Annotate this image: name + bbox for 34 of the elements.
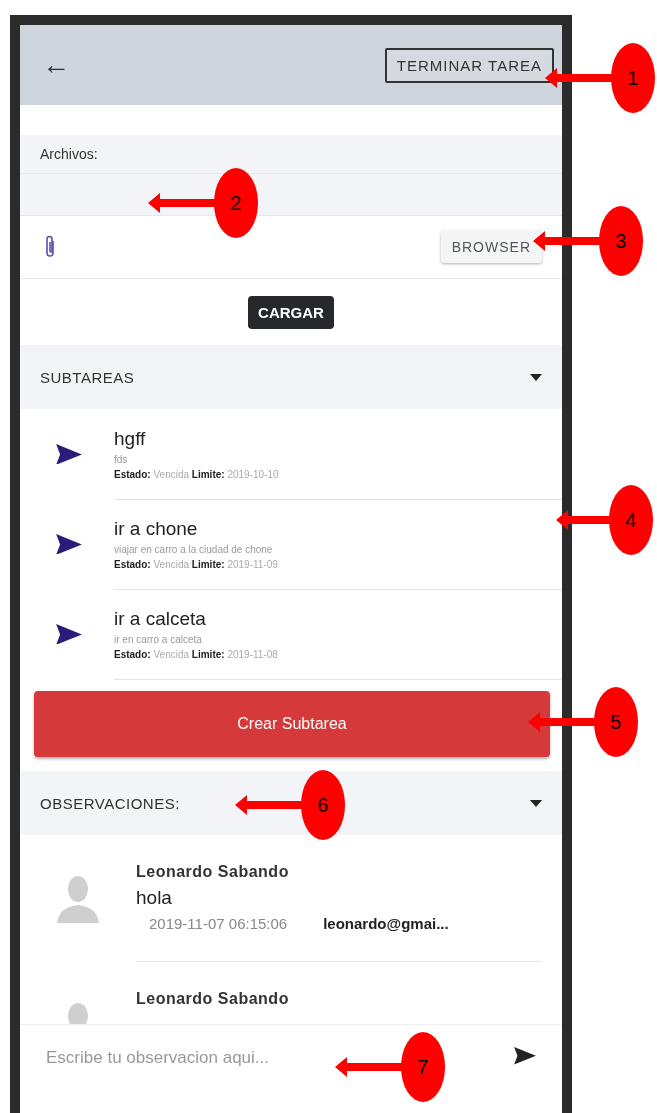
send-icon [56,533,82,555]
subtask-description: ir en carro a calceta [114,633,202,645]
finish-task-button[interactable]: TERMINAR TAREA [384,47,554,83]
browse-button[interactable]: BROWSER [440,231,542,263]
comment-author: Leonardo Sabando [136,863,289,881]
subtask-description: viajar en carro a la ciudad de chone [114,543,273,555]
send-icon [56,623,82,645]
subtask-title[interactable]: ir a calceta [114,607,206,630]
subtask-title[interactable]: hgff [114,427,146,450]
subtask-status: Estado: Vencida Limite: 2019-10-10 [114,468,279,480]
back-arrow-icon[interactable]: ← [42,49,70,81]
callout-number: 1 [611,43,655,113]
caret-icon[interactable] [530,373,542,381]
avatar-silhouette-icon [57,874,99,923]
subtask-description: fds [114,453,128,465]
callout-number: 4 [609,485,653,555]
send-icon [56,443,82,465]
subtask-title[interactable]: ir a chone [114,517,198,540]
comment-author: Leonardo Sabando [136,990,289,1008]
create-subtask-button[interactable]: Crear Subtarea [34,691,550,757]
files-label: Archivos: [40,146,98,162]
send-button-icon [514,1047,536,1065]
comment-text: hola [136,887,172,909]
subtasks-heading: SUBTAREAS [40,368,135,386]
paperclip-icon [44,235,56,259]
callout-number: 5 [594,687,638,757]
observations-heading: OBSERVACIONES: [40,794,180,812]
caret-icon[interactable] [530,799,542,807]
subtask-status: Estado: Vencida Limite: 2019-11-08 [114,648,278,660]
comment-date: 2019-11-07 06:15:06 [149,915,288,932]
upload-button[interactable]: CARGAR [248,295,334,329]
comment-email: leonardo@gmai... [323,915,449,932]
subtask-status: Estado: Vencida Limite: 2019-11-09 [114,558,278,570]
callout-number: 3 [599,206,643,276]
